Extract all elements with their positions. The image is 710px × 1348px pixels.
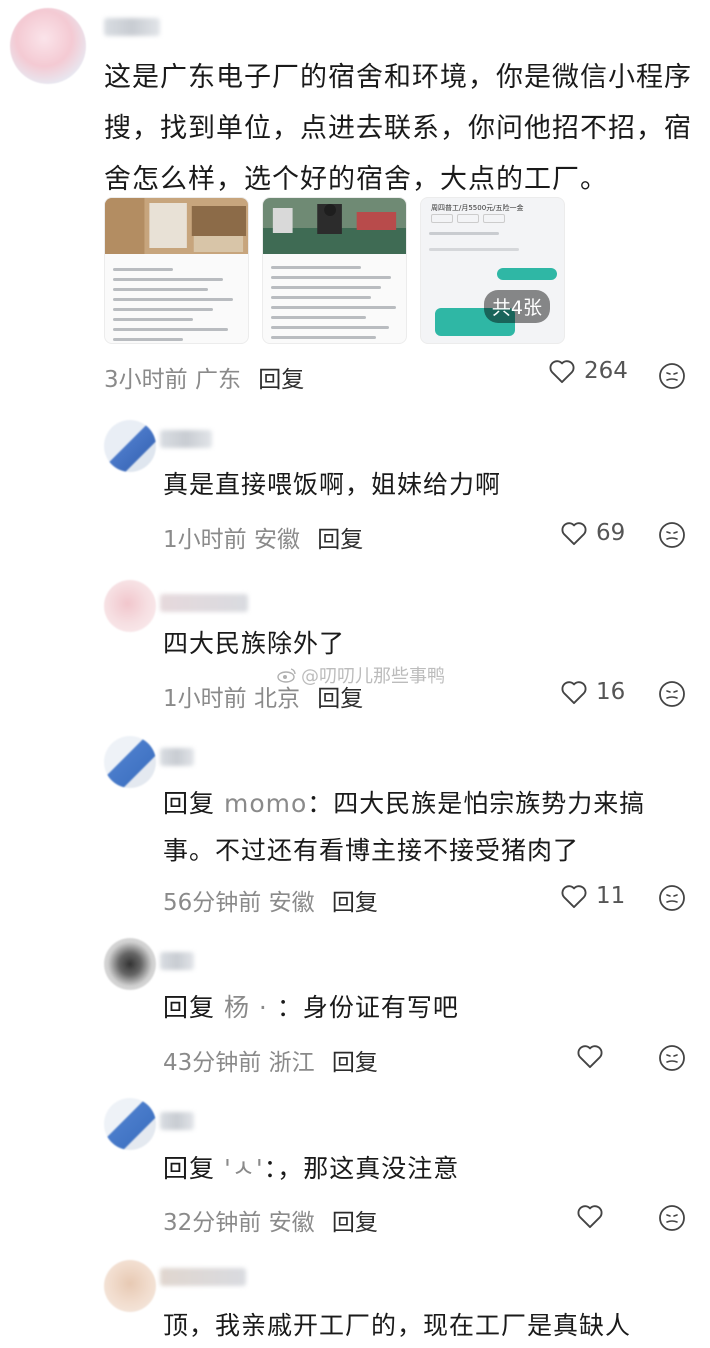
avatar[interactable]: [104, 1260, 156, 1312]
emoji-face-icon[interactable]: [658, 521, 686, 549]
reply-to-user[interactable]: momo: [224, 789, 307, 818]
avatar[interactable]: [104, 420, 156, 472]
reply-prefix: 回复: [163, 1154, 216, 1183]
reply-button[interactable]: 回复: [317, 686, 363, 712]
comment-location: 广东: [194, 367, 241, 393]
reply-button[interactable]: 回复: [258, 367, 304, 393]
like-count: 11: [596, 883, 626, 909]
like-button[interactable]: 264: [548, 358, 628, 384]
comment-image-1[interactable]: [104, 197, 249, 344]
reply-text: 顶，我亲戚开工厂的，现在工厂是真缺人: [163, 1311, 632, 1340]
heart-icon: [561, 885, 587, 909]
workshop-photo: [263, 198, 406, 254]
comment-meta: 1小时前 安徽 回复: [163, 520, 363, 554]
reply-text: 回复 杨 · ：身份证有写吧: [163, 984, 693, 1031]
comment-image-3[interactable]: 周四普工/月5500元/五险一金 共4张: [420, 197, 565, 344]
job-title: 周四普工/月5500元/五险一金: [431, 204, 524, 212]
reply-text: 回复 'ㅅ'：，那这真没注意: [163, 1145, 693, 1192]
avatar[interactable]: [104, 580, 156, 632]
comment-meta: 1小时前 北京 回复: [163, 679, 363, 713]
comment-location: 安徽: [253, 527, 300, 553]
comment-location: 北京: [253, 686, 300, 712]
heart-icon: [577, 1205, 603, 1229]
comment-image-2[interactable]: [262, 197, 407, 344]
reply-prefix: 回复: [163, 993, 216, 1022]
heart-icon: [549, 360, 575, 384]
comment-meta: 56分钟前 安徽 回复: [163, 883, 378, 917]
avatar[interactable]: [104, 736, 156, 788]
comment-page: 这是广东电子厂的宿舍和环境，你是微信小程序搜，找到单位，点进去联系，你问他招不招…: [0, 0, 710, 1348]
comment-meta: 32分钟前 安徽 回复: [163, 1203, 378, 1237]
reply-text: 真是直接喂饭啊，姐妹给力啊: [163, 470, 502, 499]
reply-body: ：，那这真没注意: [263, 1154, 460, 1183]
reply-to-user[interactable]: 杨 ·: [224, 993, 277, 1022]
comment-location: 安徽: [268, 890, 315, 916]
comment-location: 安徽: [268, 1210, 315, 1236]
comment-location: 浙江: [268, 1050, 315, 1076]
like-button[interactable]: 69: [560, 520, 625, 546]
like-button[interactable]: [576, 1043, 612, 1069]
like-button[interactable]: 16: [560, 679, 625, 705]
comment-time: 1小时前: [163, 686, 247, 712]
comment-meta: 3小时前 广东 回复: [104, 360, 304, 394]
username-blurred[interactable]: [160, 952, 194, 970]
username-blurred[interactable]: [160, 1112, 194, 1130]
emoji-face-icon[interactable]: [658, 362, 686, 390]
like-count: 69: [596, 520, 626, 546]
dorm-photo: [105, 198, 248, 254]
username-blurred[interactable]: [104, 18, 160, 36]
reply-button[interactable]: 回复: [332, 1050, 378, 1076]
like-count: 16: [596, 679, 626, 705]
avatar[interactable]: [104, 1098, 156, 1150]
heart-icon: [561, 522, 587, 546]
avatar[interactable]: [10, 8, 86, 84]
username-blurred[interactable]: [160, 430, 212, 448]
comment-time: 32分钟前: [163, 1210, 262, 1236]
image-count-badge: 共4张: [483, 290, 550, 323]
reply-text: 回复 momo：四大民族是怕宗族势力来搞事。不过还有看博主接不接受猪肉了: [163, 780, 693, 874]
reply-body: ：身份证有写吧: [276, 993, 459, 1022]
heart-icon: [577, 1045, 603, 1069]
reply-button[interactable]: 回复: [317, 527, 363, 553]
username-blurred[interactable]: [160, 594, 248, 612]
emoji-face-icon[interactable]: [658, 884, 686, 912]
emoji-face-icon[interactable]: [658, 1204, 686, 1232]
comment-time: 3小时前: [104, 367, 188, 393]
like-button[interactable]: [576, 1203, 612, 1229]
like-count: 264: [584, 358, 628, 384]
reply-button[interactable]: 回复: [332, 890, 378, 916]
heart-icon: [561, 681, 587, 705]
comment-text: 这是广东电子厂的宿舍和环境，你是微信小程序搜，找到单位，点进去联系，你问他招不招…: [104, 62, 692, 195]
reply-prefix: 回复: [163, 789, 216, 818]
comment-meta: 43分钟前 浙江 回复: [163, 1043, 378, 1077]
emoji-face-icon[interactable]: [658, 1044, 686, 1072]
reply-button[interactable]: 回复: [332, 1210, 378, 1236]
avatar[interactable]: [104, 938, 156, 990]
like-button[interactable]: 11: [560, 883, 625, 909]
username-blurred[interactable]: [160, 748, 194, 766]
comment-time: 43分钟前: [163, 1050, 262, 1076]
comment-time: 1小时前: [163, 527, 247, 553]
comment-time: 56分钟前: [163, 890, 262, 916]
reply-to-user[interactable]: 'ㅅ': [224, 1154, 264, 1183]
reply-text: 四大民族除外了: [163, 629, 346, 658]
username-blurred[interactable]: [160, 1268, 246, 1286]
emoji-face-icon[interactable]: [658, 680, 686, 708]
